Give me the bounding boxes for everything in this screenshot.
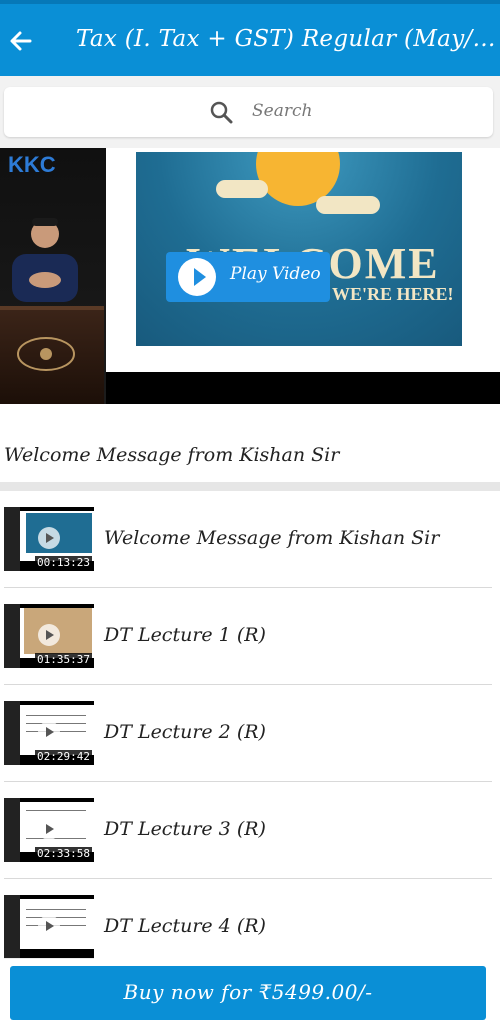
video-duration: 00:13:23 — [35, 556, 92, 569]
lecture-title: DT Lecture 2 (R) — [104, 721, 266, 743]
video-thumbnail: 01:35:37 — [4, 604, 94, 668]
search-placeholder: Search — [252, 101, 313, 121]
play-video-label: Play Video — [230, 264, 321, 284]
section-divider — [0, 482, 500, 491]
lecture-title: DT Lecture 1 (R) — [104, 624, 266, 646]
cloud-graphic — [316, 196, 380, 214]
page-title: Tax (I. Tax + GST) Regular (May/N... — [76, 26, 496, 52]
buy-now-button[interactable]: Buy now for ₹5499.00/- — [10, 966, 486, 1020]
play-icon — [38, 624, 60, 646]
video-duration: 02:33:58 — [35, 847, 92, 860]
play-icon — [178, 258, 216, 296]
play-icon — [38, 721, 60, 743]
podium — [0, 306, 104, 404]
presenter-frame: KKC — [0, 148, 120, 404]
list-item[interactable]: 02:33:58 DT Lecture 3 (R) — [0, 782, 500, 879]
play-icon — [38, 818, 60, 840]
current-video-title: Welcome Message from Kishan Sir — [4, 444, 340, 466]
lecture-title: DT Lecture 4 (R) — [104, 915, 266, 937]
video-duration: 01:35:37 — [35, 653, 92, 666]
slide-subtitle: WE'RE HERE! — [332, 284, 454, 304]
lecture-title: DT Lecture 3 (R) — [104, 818, 266, 840]
search-icon — [210, 101, 233, 124]
presenter-image — [12, 218, 78, 302]
video-thumbnail: 02:29:42 — [4, 701, 94, 765]
welcome-slide: WELCOME WE'RE HERE! — [136, 152, 462, 346]
search-input[interactable]: Search — [4, 87, 493, 137]
cloud-graphic — [216, 180, 268, 198]
video-thumbnail — [4, 895, 94, 959]
video-thumbnail: 00:13:23 — [4, 507, 94, 571]
play-icon — [38, 527, 60, 549]
arrow-left-icon[interactable] — [6, 26, 36, 56]
list-item[interactable]: 00:13:23 Welcome Message from Kishan Sir — [0, 491, 500, 588]
kkc-logo: KKC — [8, 152, 56, 177]
video-player[interactable]: KKC WELCOME WE'RE HERE! Play Video — [0, 148, 500, 404]
app-bar: Tax (I. Tax + GST) Regular (May/N... — [0, 0, 500, 76]
ornament-icon — [17, 337, 75, 371]
list-item[interactable]: 02:29:42 DT Lecture 2 (R) — [0, 685, 500, 782]
video-duration: 02:29:42 — [35, 750, 92, 763]
player-bottom-strip — [106, 372, 500, 404]
list-item[interactable]: 01:35:37 DT Lecture 1 (R) — [0, 588, 500, 685]
buy-now-label: Buy now for ₹5499.00/- — [123, 980, 373, 1004]
search-bar-container: Search — [0, 76, 500, 148]
video-thumbnail: 02:33:58 — [4, 798, 94, 862]
lecture-title: Welcome Message from Kishan Sir — [104, 527, 440, 549]
play-video-button[interactable]: Play Video — [166, 252, 330, 302]
buy-bar: Buy now for ₹5499.00/- — [0, 958, 500, 1024]
play-icon — [38, 915, 60, 937]
